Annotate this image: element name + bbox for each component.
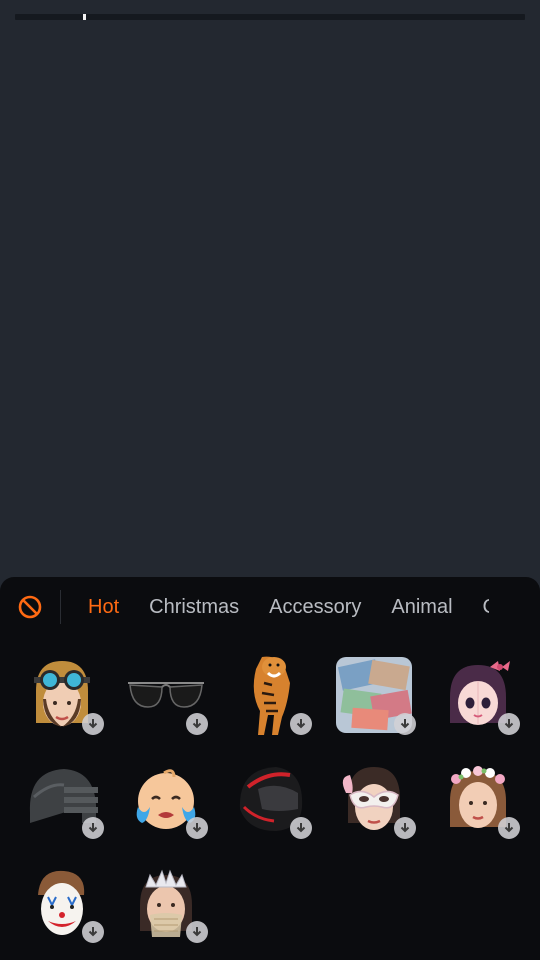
download-icon[interactable] bbox=[498, 713, 520, 735]
download-icon[interactable] bbox=[82, 817, 104, 839]
category-tabbar: Hot Christmas Accessory Animal C bbox=[0, 577, 540, 637]
tab-accessory[interactable]: Accessory bbox=[269, 592, 361, 623]
no-effect-icon bbox=[18, 595, 42, 619]
progress-marker[interactable] bbox=[83, 14, 86, 20]
download-icon[interactable] bbox=[82, 921, 104, 943]
sticker-military-helmet[interactable] bbox=[10, 747, 114, 851]
download-icon[interactable] bbox=[186, 921, 208, 943]
sticker-anime-girl-bow[interactable] bbox=[426, 643, 530, 747]
tab-divider bbox=[60, 590, 61, 624]
progress-track[interactable] bbox=[15, 14, 525, 20]
download-icon[interactable] bbox=[186, 817, 208, 839]
sticker-flower-crown[interactable] bbox=[426, 747, 530, 851]
sticker-crying-baby[interactable] bbox=[114, 747, 218, 851]
download-icon[interactable] bbox=[290, 817, 312, 839]
effects-sheet: Hot Christmas Accessory Animal C bbox=[0, 577, 540, 960]
download-icon[interactable] bbox=[498, 817, 520, 839]
tab-christmas[interactable]: Christmas bbox=[149, 592, 239, 623]
tab-animal[interactable]: Animal bbox=[391, 592, 452, 623]
download-icon[interactable] bbox=[186, 713, 208, 735]
sticker-tiger[interactable] bbox=[218, 643, 322, 747]
category-tabs: Hot Christmas Accessory Animal C bbox=[73, 592, 504, 623]
sticker-black-sunglasses[interactable] bbox=[114, 643, 218, 747]
sticker-masquerade-mask[interactable] bbox=[322, 747, 426, 851]
download-icon[interactable] bbox=[290, 713, 312, 735]
sticker-motorcycle-helmet[interactable] bbox=[218, 747, 322, 851]
tab-hot[interactable]: Hot bbox=[88, 592, 119, 623]
download-icon[interactable] bbox=[394, 817, 416, 839]
tab-partial[interactable]: C bbox=[483, 592, 489, 623]
sticker-aviator-goggles[interactable] bbox=[10, 643, 114, 747]
sticker-joker-face[interactable] bbox=[10, 851, 114, 955]
sticker-tiara-veil[interactable] bbox=[114, 851, 218, 955]
sticker-money-bills[interactable] bbox=[322, 643, 426, 747]
camera-preview bbox=[0, 24, 540, 576]
no-effect-button[interactable] bbox=[0, 577, 60, 637]
download-icon[interactable] bbox=[394, 713, 416, 735]
download-icon[interactable] bbox=[82, 713, 104, 735]
